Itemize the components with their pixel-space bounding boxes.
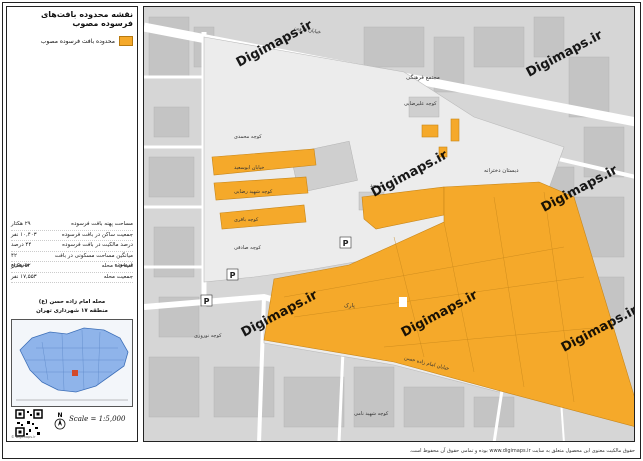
svg-text:P: P [230,271,236,280]
stat-row: مساحت محله ۵۲ هکتار [11,262,133,273]
map-sidebar: نقشه محدوده بافت‌های فرسوده مصوب محدوده … [6,6,138,442]
district-name: منطقه ۱۷ شهرداری تهران [36,308,108,314]
stat-row: جمعیت ساکن در بافت فرسوده ۱۰,۴۰۳ نفر [11,231,133,241]
stat-value: ۱۰,۴۰۳ نفر [11,231,37,238]
location-marker-icon [72,370,78,376]
parking-icon[interactable]: P [226,268,239,281]
map-canvas[interactable]: P P P خیابان قزوین خیابان امام زاده حسن … [143,6,635,442]
stat-row: میانگین مساحت مسکونی در بافت فرسوده ۴۲ مت… [11,252,133,269]
stat-value: ۱۷,۵۵۳ نفر [11,273,37,280]
stat-label: جمعیت محله [103,273,133,280]
qr-code-icon [15,409,43,437]
legend-label: محدوده بافت فرسوده مصوب [40,37,115,45]
stat-row: جمعیت محله ۱۷,۵۵۳ نفر [11,273,133,283]
stat-row: درصد مالکیت در بافت فرسوده ۴۴ درصد [11,241,133,252]
copyright-notice: حقوق مالکیت معنوی این محصول متعلق به سای… [409,448,635,454]
svg-text:خیابان ابوسعید: خیابان ابوسعید [234,165,264,171]
svg-text:P: P [343,239,349,248]
svg-text:P: P [204,297,210,306]
svg-text:کوچه نوروزی: کوچه نوروزی [194,333,222,339]
legend-swatch-icon [119,36,133,46]
svg-text:کوچه علیرضایی: کوچه علیرضایی [404,101,437,107]
scale-label: Scale = 1:5,000 [69,415,126,423]
svg-text:مجتمع فرهنگی: مجتمع فرهنگی [406,74,440,81]
stat-label: مساحت پهنه بافت فرسوده [71,221,133,227]
stat-label: جمعیت ساکن در بافت فرسوده [61,231,133,238]
stat-label: مساحت محله [101,263,133,269]
stat-value: ۵۲ هکتار [11,263,31,269]
parking-icon[interactable]: P [339,236,352,249]
stat-row: مساحت پهنه بافت فرسوده ۲۹ هکتار [11,220,133,231]
svg-text:کوچه محمدی: کوچه محمدی [234,134,262,140]
parking-icon[interactable]: P [200,294,213,307]
stats-table: مساحت پهنه بافت فرسوده ۲۹ هکتار جمعیت ساک… [11,220,133,283]
svg-text:پارک: پارک [344,302,355,309]
svg-text:کوچه شهید نامی: کوچه شهید نامی [354,411,389,417]
tehran-district-map [16,327,129,401]
neighborhood-name: محله امام زاده حسن (ع) [38,299,106,305]
stat-value: ۲۹ هکتار [11,221,31,227]
locator-inset-map [11,319,133,407]
svg-text:کوچه صادقی: کوچه صادقی [234,245,261,251]
map-svg[interactable]: P P P خیابان قزوین خیابان امام زاده حسن … [144,7,635,442]
north-arrow-icon: N [53,411,67,431]
legend-item: محدوده بافت فرسوده مصوب [11,35,133,47]
svg-text:کوچه باقری: کوچه باقری [234,217,259,223]
stat-value: ۴۴ درصد [11,242,32,248]
stat-label: درصد مالکیت در بافت فرسوده [62,242,133,248]
svg-text:کوچه شهید رضایی: کوچه شهید رضایی [234,189,273,195]
svg-text:دبستان دخترانه: دبستان دخترانه [484,168,519,174]
stat-value: ۴۲ مترمربع [11,252,30,269]
map-title: نقشه محدوده بافت‌های فرسوده مصوب [40,10,133,28]
stat-label: میانگین مساحت مسکونی در بافت فرسوده [54,252,133,269]
north-label: N [57,412,62,419]
sidebar-credit: © Digimaps.ir [11,435,36,439]
